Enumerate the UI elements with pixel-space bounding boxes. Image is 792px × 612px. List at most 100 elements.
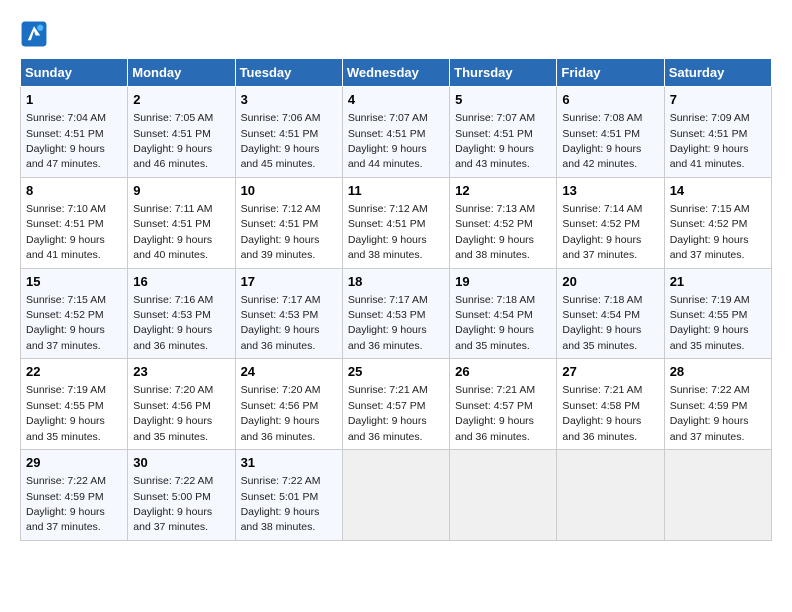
day-number: 18 [348,273,444,291]
calendar-day-cell: 10 Sunrise: 7:12 AMSunset: 4:51 PMDaylig… [235,177,342,268]
day-info: Sunrise: 7:14 AMSunset: 4:52 PMDaylight:… [562,203,642,261]
day-info: Sunrise: 7:21 AMSunset: 4:58 PMDaylight:… [562,384,642,442]
calendar-week-row: 15 Sunrise: 7:15 AMSunset: 4:52 PMDaylig… [21,268,772,359]
day-info: Sunrise: 7:16 AMSunset: 4:53 PMDaylight:… [133,294,213,352]
calendar-day-cell: 29 Sunrise: 7:22 AMSunset: 4:59 PMDaylig… [21,450,128,541]
calendar-day-cell: 11 Sunrise: 7:12 AMSunset: 4:51 PMDaylig… [342,177,449,268]
day-info: Sunrise: 7:22 AMSunset: 5:00 PMDaylight:… [133,475,213,533]
day-number: 3 [241,91,337,109]
day-info: Sunrise: 7:12 AMSunset: 4:51 PMDaylight:… [348,203,428,261]
day-info: Sunrise: 7:18 AMSunset: 4:54 PMDaylight:… [562,294,642,352]
calendar-day-cell: 25 Sunrise: 7:21 AMSunset: 4:57 PMDaylig… [342,359,449,450]
day-info: Sunrise: 7:20 AMSunset: 4:56 PMDaylight:… [241,384,321,442]
calendar-empty-cell [450,450,557,541]
calendar-day-cell: 12 Sunrise: 7:13 AMSunset: 4:52 PMDaylig… [450,177,557,268]
day-info: Sunrise: 7:09 AMSunset: 4:51 PMDaylight:… [670,112,750,170]
calendar-day-cell: 24 Sunrise: 7:20 AMSunset: 4:56 PMDaylig… [235,359,342,450]
calendar-day-cell: 15 Sunrise: 7:15 AMSunset: 4:52 PMDaylig… [21,268,128,359]
day-info: Sunrise: 7:22 AMSunset: 4:59 PMDaylight:… [26,475,106,533]
calendar-day-cell: 26 Sunrise: 7:21 AMSunset: 4:57 PMDaylig… [450,359,557,450]
calendar-empty-cell [557,450,664,541]
day-number: 26 [455,363,551,381]
calendar-empty-cell [342,450,449,541]
day-number: 19 [455,273,551,291]
calendar-day-cell: 30 Sunrise: 7:22 AMSunset: 5:00 PMDaylig… [128,450,235,541]
day-number: 11 [348,182,444,200]
day-number: 22 [26,363,122,381]
col-header-friday: Friday [557,59,664,87]
calendar-week-row: 22 Sunrise: 7:19 AMSunset: 4:55 PMDaylig… [21,359,772,450]
day-number: 5 [455,91,551,109]
day-number: 1 [26,91,122,109]
calendar-day-cell: 14 Sunrise: 7:15 AMSunset: 4:52 PMDaylig… [664,177,771,268]
day-info: Sunrise: 7:22 AMSunset: 4:59 PMDaylight:… [670,384,750,442]
day-number: 15 [26,273,122,291]
day-number: 20 [562,273,658,291]
day-info: Sunrise: 7:07 AMSunset: 4:51 PMDaylight:… [348,112,428,170]
day-number: 21 [670,273,766,291]
calendar-day-cell: 20 Sunrise: 7:18 AMSunset: 4:54 PMDaylig… [557,268,664,359]
calendar-day-cell: 3 Sunrise: 7:06 AMSunset: 4:51 PMDayligh… [235,87,342,178]
day-number: 9 [133,182,229,200]
day-number: 31 [241,454,337,472]
calendar-header-row: SundayMondayTuesdayWednesdayThursdayFrid… [21,59,772,87]
day-number: 25 [348,363,444,381]
calendar-table: SundayMondayTuesdayWednesdayThursdayFrid… [20,58,772,541]
day-number: 27 [562,363,658,381]
calendar-day-cell: 21 Sunrise: 7:19 AMSunset: 4:55 PMDaylig… [664,268,771,359]
day-number: 6 [562,91,658,109]
day-number: 17 [241,273,337,291]
calendar-day-cell: 18 Sunrise: 7:17 AMSunset: 4:53 PMDaylig… [342,268,449,359]
day-number: 2 [133,91,229,109]
col-header-monday: Monday [128,59,235,87]
day-info: Sunrise: 7:17 AMSunset: 4:53 PMDaylight:… [241,294,321,352]
day-info: Sunrise: 7:20 AMSunset: 4:56 PMDaylight:… [133,384,213,442]
day-info: Sunrise: 7:08 AMSunset: 4:51 PMDaylight:… [562,112,642,170]
day-number: 8 [26,182,122,200]
day-number: 14 [670,182,766,200]
day-info: Sunrise: 7:19 AMSunset: 4:55 PMDaylight:… [670,294,750,352]
day-info: Sunrise: 7:04 AMSunset: 4:51 PMDaylight:… [26,112,106,170]
col-header-sunday: Sunday [21,59,128,87]
day-info: Sunrise: 7:18 AMSunset: 4:54 PMDaylight:… [455,294,535,352]
col-header-saturday: Saturday [664,59,771,87]
calendar-day-cell: 9 Sunrise: 7:11 AMSunset: 4:51 PMDayligh… [128,177,235,268]
calendar-day-cell: 2 Sunrise: 7:05 AMSunset: 4:51 PMDayligh… [128,87,235,178]
calendar-day-cell: 16 Sunrise: 7:16 AMSunset: 4:53 PMDaylig… [128,268,235,359]
day-number: 12 [455,182,551,200]
calendar-day-cell: 6 Sunrise: 7:08 AMSunset: 4:51 PMDayligh… [557,87,664,178]
calendar-day-cell: 5 Sunrise: 7:07 AMSunset: 4:51 PMDayligh… [450,87,557,178]
day-info: Sunrise: 7:19 AMSunset: 4:55 PMDaylight:… [26,384,106,442]
day-number: 24 [241,363,337,381]
day-info: Sunrise: 7:17 AMSunset: 4:53 PMDaylight:… [348,294,428,352]
day-number: 29 [26,454,122,472]
calendar-empty-cell [664,450,771,541]
day-number: 30 [133,454,229,472]
day-number: 16 [133,273,229,291]
day-number: 7 [670,91,766,109]
calendar-day-cell: 28 Sunrise: 7:22 AMSunset: 4:59 PMDaylig… [664,359,771,450]
col-header-tuesday: Tuesday [235,59,342,87]
day-info: Sunrise: 7:06 AMSunset: 4:51 PMDaylight:… [241,112,321,170]
day-info: Sunrise: 7:15 AMSunset: 4:52 PMDaylight:… [26,294,106,352]
calendar-day-cell: 8 Sunrise: 7:10 AMSunset: 4:51 PMDayligh… [21,177,128,268]
day-number: 23 [133,363,229,381]
calendar-day-cell: 17 Sunrise: 7:17 AMSunset: 4:53 PMDaylig… [235,268,342,359]
day-number: 4 [348,91,444,109]
day-number: 10 [241,182,337,200]
calendar-day-cell: 23 Sunrise: 7:20 AMSunset: 4:56 PMDaylig… [128,359,235,450]
day-info: Sunrise: 7:07 AMSunset: 4:51 PMDaylight:… [455,112,535,170]
day-info: Sunrise: 7:10 AMSunset: 4:51 PMDaylight:… [26,203,106,261]
calendar-day-cell: 31 Sunrise: 7:22 AMSunset: 5:01 PMDaylig… [235,450,342,541]
day-info: Sunrise: 7:15 AMSunset: 4:52 PMDaylight:… [670,203,750,261]
day-info: Sunrise: 7:12 AMSunset: 4:51 PMDaylight:… [241,203,321,261]
calendar-day-cell: 27 Sunrise: 7:21 AMSunset: 4:58 PMDaylig… [557,359,664,450]
calendar-day-cell: 4 Sunrise: 7:07 AMSunset: 4:51 PMDayligh… [342,87,449,178]
calendar-week-row: 8 Sunrise: 7:10 AMSunset: 4:51 PMDayligh… [21,177,772,268]
day-info: Sunrise: 7:05 AMSunset: 4:51 PMDaylight:… [133,112,213,170]
calendar-day-cell: 1 Sunrise: 7:04 AMSunset: 4:51 PMDayligh… [21,87,128,178]
calendar-day-cell: 22 Sunrise: 7:19 AMSunset: 4:55 PMDaylig… [21,359,128,450]
day-info: Sunrise: 7:21 AMSunset: 4:57 PMDaylight:… [455,384,535,442]
logo-icon [20,20,48,48]
calendar-day-cell: 13 Sunrise: 7:14 AMSunset: 4:52 PMDaylig… [557,177,664,268]
